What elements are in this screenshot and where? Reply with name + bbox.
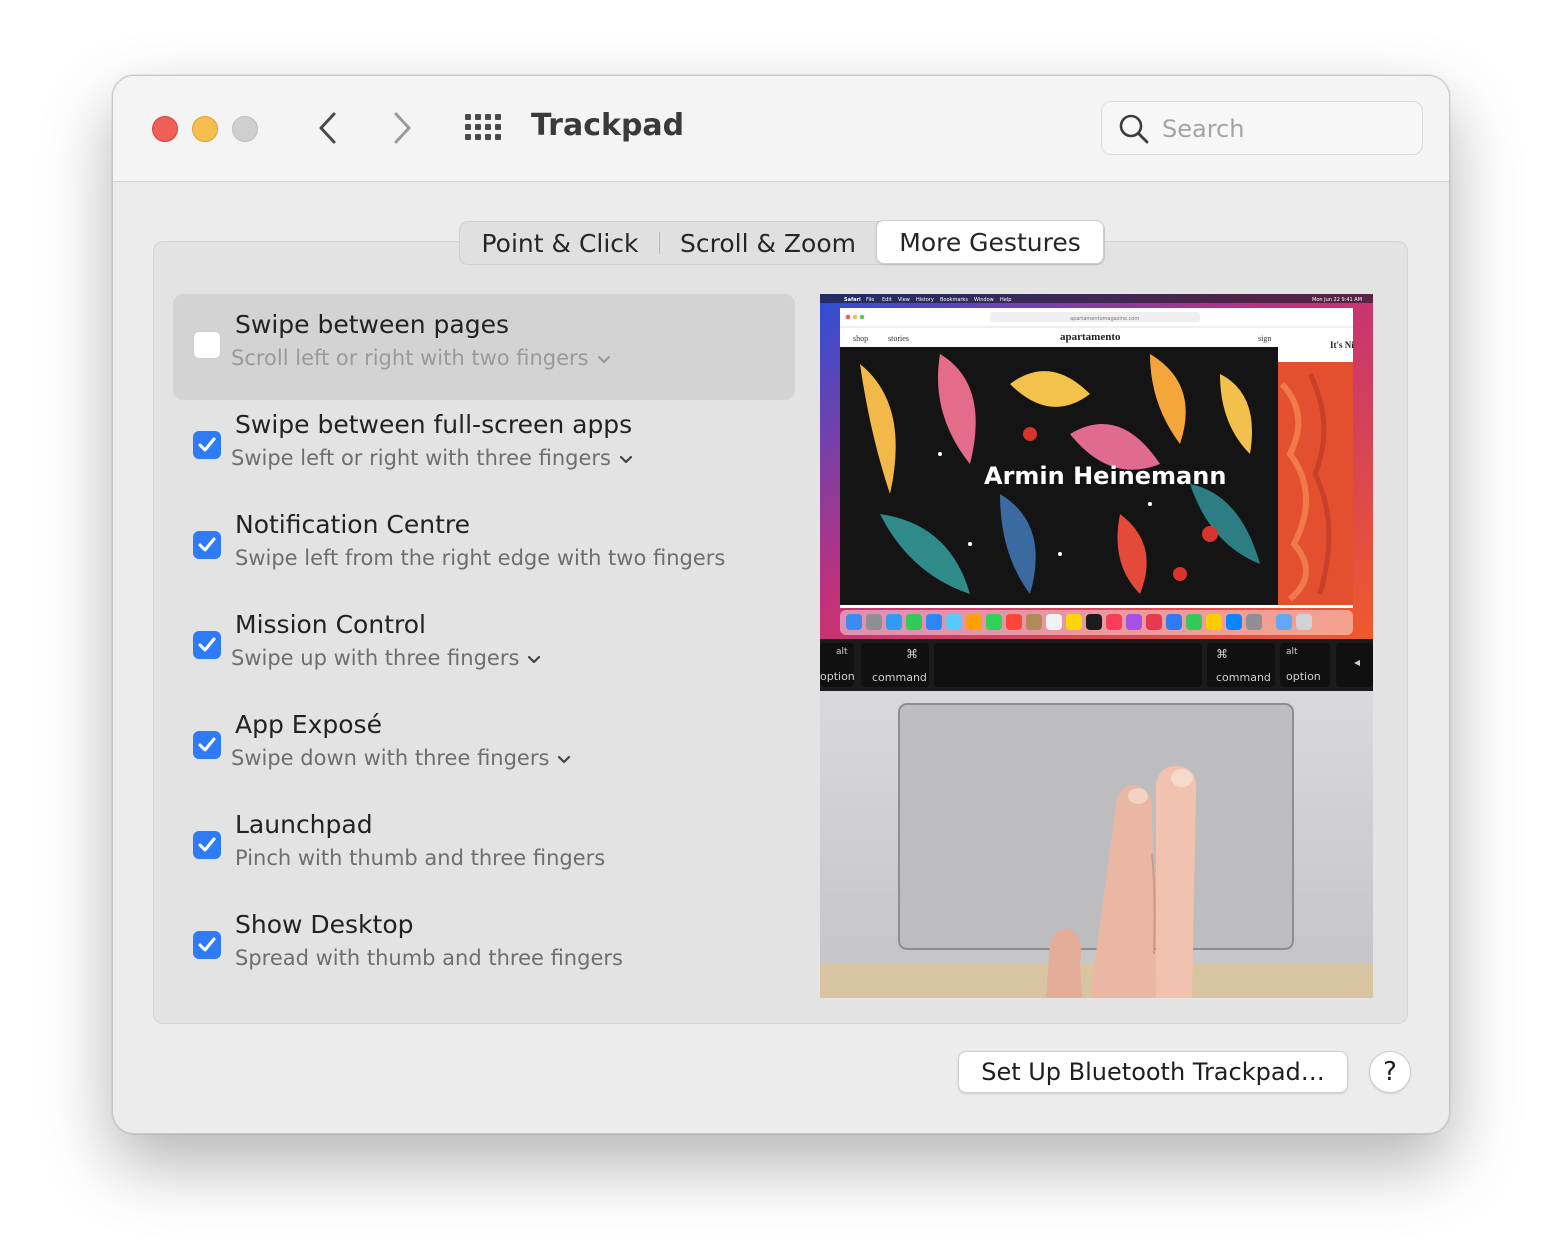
key-command-left: command	[872, 671, 927, 684]
gesture-popup-value: Swipe down with three fingers	[231, 746, 550, 770]
gesture-popup[interactable]: Swipe left or right with three fingers	[231, 446, 633, 470]
site-logo: apartamento	[1060, 331, 1121, 343]
gesture-popup-value: Swipe left or right with three fingers	[231, 446, 611, 470]
tab-scroll-zoom[interactable]: Scroll & Zoom	[660, 222, 876, 264]
forward-button[interactable]	[385, 110, 419, 146]
checkbox-swipe-full-screen-apps[interactable]	[193, 431, 221, 459]
key-command-right-symbol: ⌘	[1216, 647, 1228, 661]
option-show-desktop[interactable]: Show Desktop Spread with thumb and three…	[173, 894, 795, 1000]
menu-item: Help	[1000, 297, 1011, 303]
gesture-popup[interactable]: Swipe down with three fingers	[231, 746, 571, 770]
chevron-down-icon	[558, 755, 571, 764]
help-button[interactable]: ?	[1369, 1051, 1411, 1093]
checkbox-app-expose[interactable]	[193, 731, 221, 759]
gesture-popup[interactable]: Swipe up with three fingers	[231, 646, 541, 670]
gesture-popup-value: Scroll left or right with two fingers	[231, 346, 589, 370]
option-mission-control[interactable]: Mission Control Swipe up with three fing…	[173, 594, 795, 700]
zoom-button	[232, 116, 258, 142]
search-field[interactable]: Search	[1101, 101, 1423, 155]
checkbox-show-desktop[interactable]	[193, 931, 221, 959]
preferences-window: Trackpad Search Point & Click Scroll & Z…	[112, 75, 1450, 1134]
tab-point-click[interactable]: Point & Click	[460, 222, 660, 264]
show-all-grid-icon[interactable]	[465, 114, 503, 142]
chevron-down-icon	[619, 455, 633, 464]
checkmark-icon	[198, 637, 216, 652]
checkbox-mission-control[interactable]	[193, 631, 221, 659]
option-description: Swipe left from the right edge with two …	[235, 546, 726, 570]
menu-bar-clock: Mon Jun 22 9:41 AM	[1312, 297, 1362, 303]
menu-item: History	[916, 297, 934, 303]
key-alt-left-top: alt	[836, 647, 848, 657]
option-launchpad[interactable]: Launchpad Pinch with thumb and three fin…	[173, 794, 795, 900]
checkbox-launchpad[interactable]	[193, 831, 221, 859]
option-label: Notification Centre	[235, 510, 470, 539]
key-option-left: option	[820, 670, 855, 683]
option-label: Show Desktop	[235, 910, 414, 939]
hero-headline: Armin Heinemann	[984, 462, 1226, 490]
minimize-button[interactable]	[192, 116, 218, 142]
menu-item: Bookmarks	[940, 297, 968, 303]
site-nav-link: stories	[888, 334, 909, 343]
option-label: Swipe between pages	[235, 310, 509, 339]
menu-item: File	[866, 297, 874, 303]
checkmark-icon	[198, 737, 216, 752]
option-label: Launchpad	[235, 810, 373, 839]
tab-more-gestures[interactable]: More Gestures	[876, 220, 1104, 264]
option-description: Spread with thumb and three fingers	[235, 946, 623, 970]
chevron-left-icon	[319, 112, 336, 144]
checkmark-icon	[198, 437, 216, 452]
menu-item: View	[898, 297, 910, 303]
checkmark-icon	[198, 837, 216, 852]
menu-item: Edit	[882, 297, 892, 303]
option-description: Pinch with thumb and three fingers	[235, 846, 606, 870]
gesture-popup-value: Swipe up with three fingers	[231, 646, 520, 670]
titlebar: Trackpad Search	[113, 76, 1449, 182]
search-placeholder: Search	[1162, 115, 1245, 143]
chevron-down-icon	[597, 355, 610, 364]
close-button[interactable]	[152, 116, 178, 142]
search-icon	[1119, 114, 1149, 144]
option-swipe-between-pages[interactable]: Swipe between pages Scroll left or right…	[173, 294, 795, 400]
gesture-preview-illustration: Safari File Edit View History Bookmarks …	[820, 294, 1373, 998]
key-alt-right-top: alt	[1286, 647, 1298, 657]
window-title: Trackpad	[531, 108, 685, 143]
checkmark-icon	[198, 937, 216, 952]
option-label: App Exposé	[235, 710, 382, 739]
key-option-right: option	[1286, 670, 1321, 683]
option-notification-centre[interactable]: Notification Centre Swipe left from the …	[173, 494, 795, 600]
option-label: Swipe between full-screen apps	[235, 410, 633, 439]
checkbox-swipe-between-pages[interactable]	[193, 331, 221, 359]
chevron-right-icon	[394, 112, 411, 144]
gesture-preview-video: Safari File Edit View History Bookmarks …	[820, 294, 1373, 998]
browser-url: apartamentomagazine.com	[1070, 316, 1139, 322]
checkbox-notification-centre[interactable]	[193, 531, 221, 559]
site-nav-link: shop	[853, 334, 868, 343]
key-command-right: command	[1216, 671, 1271, 684]
checkmark-icon	[198, 537, 216, 552]
tab-bar: Point & Click Scroll & Zoom More Gesture…	[459, 220, 1105, 265]
menu-app-name: Safari	[844, 297, 861, 303]
menu-item: Window	[974, 297, 994, 303]
chevron-down-icon	[528, 655, 541, 664]
site-side-text: It's Ni	[1330, 340, 1354, 350]
key-command-left-symbol: ⌘	[906, 647, 918, 661]
gesture-popup[interactable]: Scroll left or right with two fingers	[231, 346, 611, 370]
option-swipe-full-screen-apps[interactable]: Swipe between full-screen apps Swipe lef…	[173, 394, 795, 500]
site-nav-link: sign	[1258, 334, 1271, 343]
back-button[interactable]	[311, 110, 345, 146]
option-label: Mission Control	[235, 610, 426, 639]
option-app-expose[interactable]: App Exposé Swipe down with three fingers	[173, 694, 795, 800]
setup-bluetooth-trackpad-button[interactable]: Set Up Bluetooth Trackpad…	[958, 1051, 1348, 1093]
